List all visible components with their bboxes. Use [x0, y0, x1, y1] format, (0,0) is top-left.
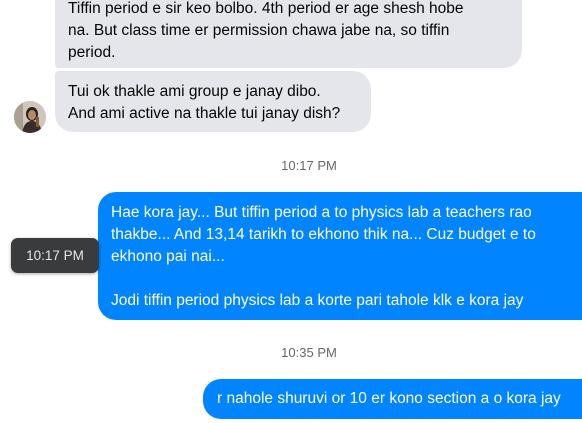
- message-timestamp: 10:17 PM: [281, 158, 337, 173]
- incoming-message[interactable]: Tui ok thakle ami group e janay dibo. An…: [55, 71, 371, 132]
- outgoing-message[interactable]: r nahole shuruvi or 10 er kono section a…: [203, 379, 582, 419]
- avatar[interactable]: [14, 101, 46, 133]
- incoming-message[interactable]: Tiffin period e sir keo bolbo. 4th perio…: [55, 0, 522, 68]
- outgoing-message[interactable]: Hae kora jay... But tiffin period a to p…: [98, 192, 582, 320]
- message-timestamp: 10:35 PM: [281, 345, 337, 360]
- timestamp-tooltip: 10:17 PM: [11, 238, 99, 273]
- chat-thread: Tiffin period e sir keo bolbo. 4th perio…: [0, 0, 582, 423]
- profile-photo-icon: [14, 101, 46, 133]
